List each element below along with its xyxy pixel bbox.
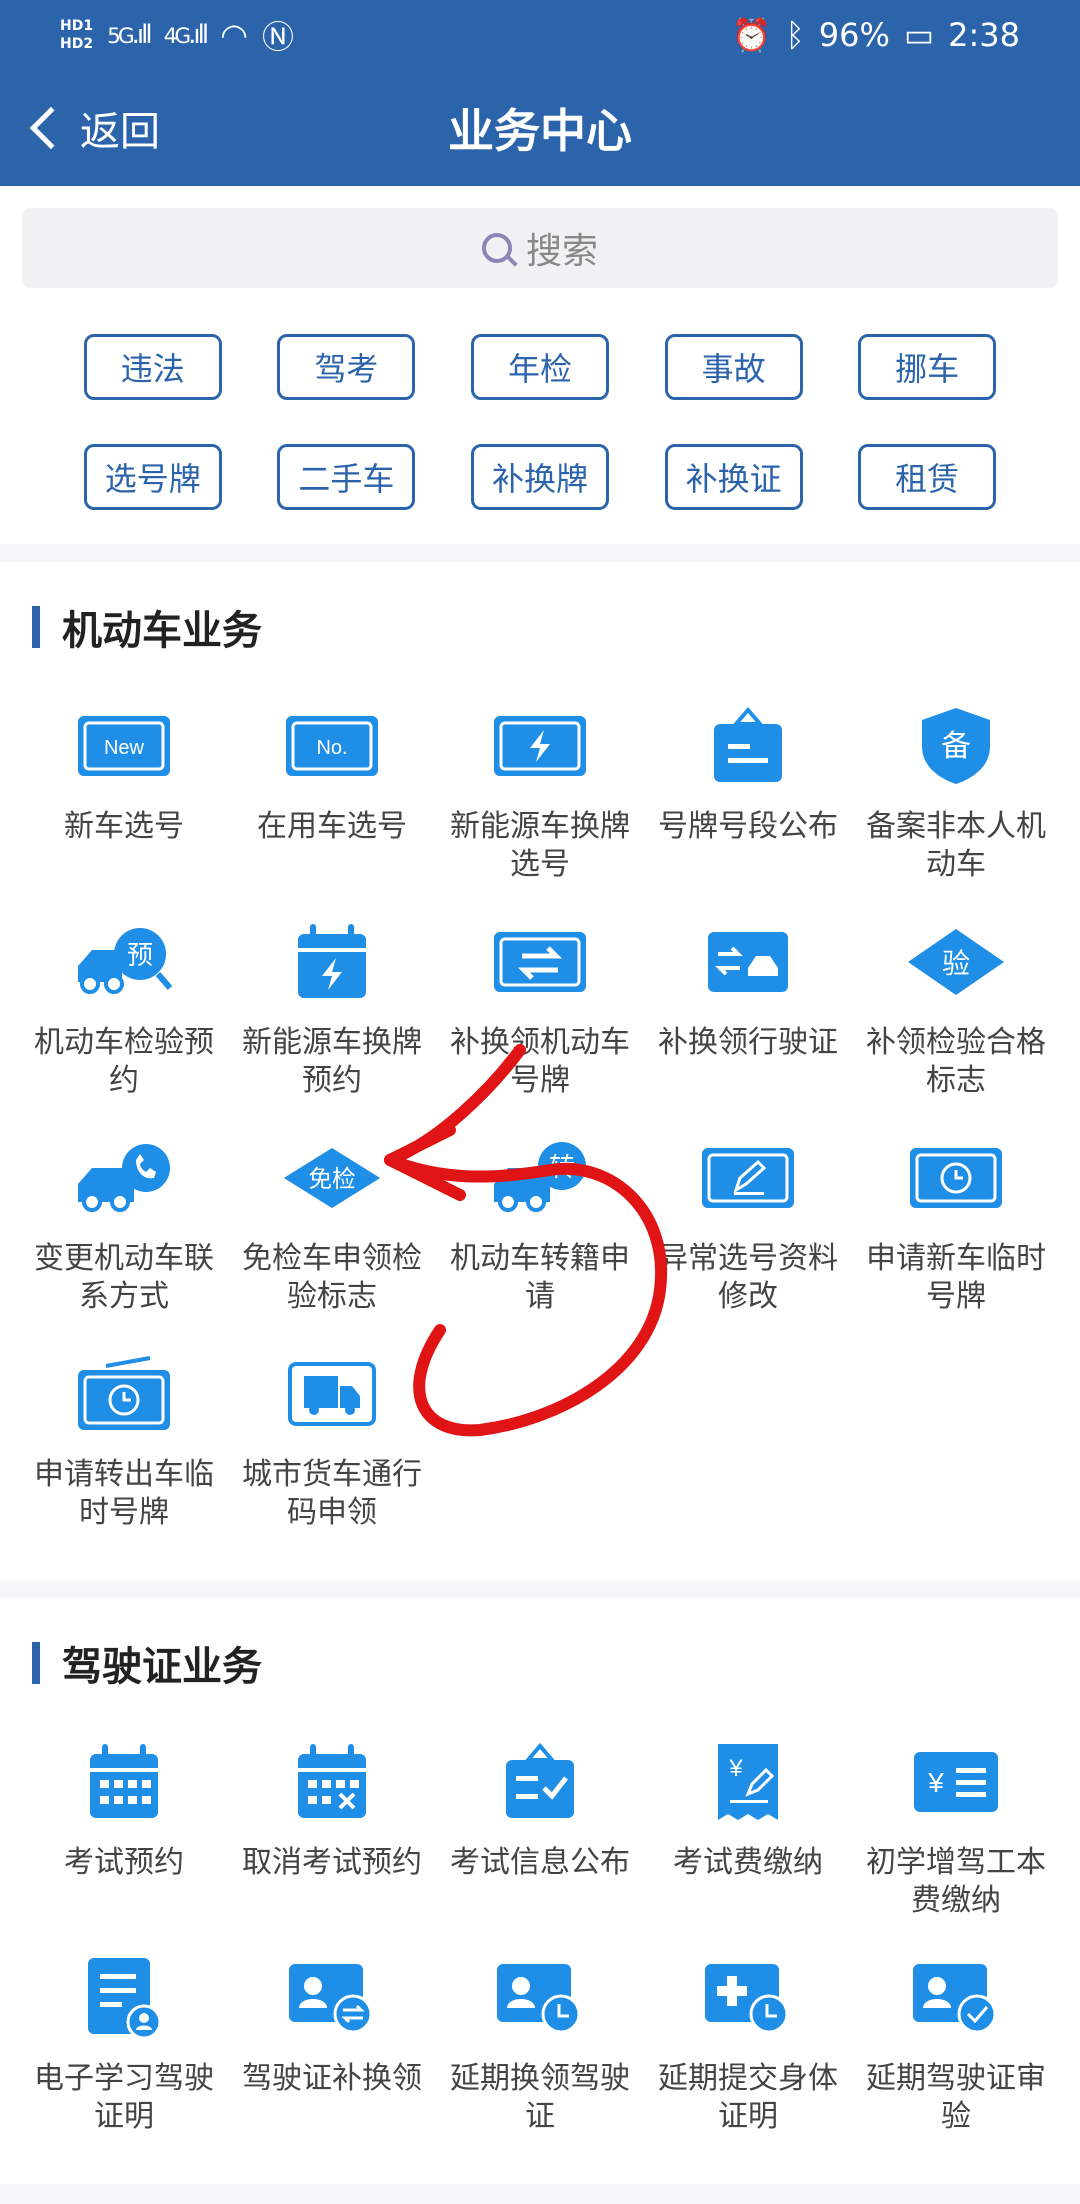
svg-text:¥: ¥ xyxy=(728,1755,743,1782)
quick-chips: 违法 驾考 年检 事故 挪车 选号牌 二手车 补换牌 补换证 租赁 xyxy=(22,334,1058,510)
chip-select-plate[interactable]: 选号牌 xyxy=(83,444,222,510)
signal-4g-icon: 4G.ıll xyxy=(163,20,209,50)
service-item[interactable]: 延期换领驾驶证 xyxy=(436,1948,644,2164)
service-item[interactable]: 补换领机动车号牌 xyxy=(436,912,644,1128)
exam-fee-icon: ¥ xyxy=(698,1732,798,1832)
service-item[interactable]: 考试信息公布 xyxy=(436,1732,644,1948)
exempt-mark-icon: 免检 xyxy=(282,1128,382,1228)
transfer-truck-icon: 转 xyxy=(490,1128,590,1228)
energy-plate-icon xyxy=(490,696,590,796)
battery-icon: ▭ xyxy=(903,16,935,54)
license-swap-icon xyxy=(282,1948,382,2048)
inspection-booking-icon: 预 xyxy=(74,912,174,1012)
chip-rental[interactable]: 租赁 xyxy=(858,444,997,510)
svg-text:¥: ¥ xyxy=(927,1767,944,1798)
service-item[interactable]: ¥ 初学增驾工本费缴纳 xyxy=(852,1732,1060,1948)
service-item[interactable]: ¥ 考试费缴纳 xyxy=(644,1732,852,1948)
service-item[interactable]: 验 补领检验合格标志 xyxy=(852,912,1060,1128)
service-item[interactable]: 延期提交身体证明 xyxy=(644,1948,852,2164)
nfc-icon: Ⓝ xyxy=(262,18,295,56)
back-button[interactable]: 返回 xyxy=(28,99,160,157)
service-item[interactable]: 新能源车换牌选号 xyxy=(436,696,644,912)
temp-plate-out-icon xyxy=(74,1344,174,1444)
service-item[interactable]: 补换领行驶证 xyxy=(644,912,852,1128)
service-item[interactable]: 预 机动车检验预约 xyxy=(20,912,228,1128)
record-shield-icon: 备 xyxy=(906,696,1006,796)
signal-5g-icon: 5G.ıll xyxy=(107,20,152,50)
bluetooth-icon: ᛒ xyxy=(785,16,805,54)
battery-percent: 96% xyxy=(818,16,890,54)
svg-text:转: 转 xyxy=(549,1153,575,1183)
clock: 2:38 xyxy=(948,16,1020,54)
delay-health-icon xyxy=(698,1948,798,2048)
study-proof-icon xyxy=(74,1948,174,2048)
service-item[interactable]: 号牌号段公布 xyxy=(644,696,852,912)
delay-renew-icon xyxy=(490,1948,590,2048)
no-plate-icon: No. xyxy=(282,696,382,796)
service-item[interactable]: 考试预约 xyxy=(20,1732,228,1948)
new-plate-icon: New xyxy=(74,696,174,796)
status-bar: HD1 HD2 5G.ıll 4G.ıll ◠ Ⓝ ⏰ ᛒ 96% ▭ 2:38 xyxy=(0,0,1080,70)
service-item[interactable]: 申请转出车临时号牌 xyxy=(20,1344,228,1560)
service-item[interactable]: 免检 免检车申领检验标志 xyxy=(228,1128,436,1344)
license-section: 驾驶证业务 考试预约 取消考试预约 考试信息公布 ¥ 考试费缴纳 ¥ 初学增驾工… xyxy=(0,1598,1080,2184)
chip-used-car[interactable]: 二手车 xyxy=(277,444,416,510)
energy-calendar-icon xyxy=(282,912,382,1012)
inspection-mark-icon: 验 xyxy=(906,912,1006,1012)
cancel-exam-icon xyxy=(282,1732,382,1832)
chip-move-car[interactable]: 挪车 xyxy=(858,334,997,400)
svg-text:No.: No. xyxy=(316,737,347,759)
contact-truck-icon xyxy=(74,1128,174,1228)
section-title: 驾驶证业务 xyxy=(0,1634,1080,1692)
section-title: 机动车业务 xyxy=(0,598,1080,656)
wifi-icon: ◠ xyxy=(220,16,249,54)
service-item[interactable]: New 新车选号 xyxy=(20,696,228,912)
service-item[interactable]: 备 备案非本人机动车 xyxy=(852,696,1060,912)
service-item[interactable]: 转 机动车转籍申请 xyxy=(436,1128,644,1344)
temp-plate-icon xyxy=(906,1128,1006,1228)
vehicle-section: 机动车业务 New 新车选号 No. 在用车选号 新能源车换牌选号 号牌号段公布… xyxy=(0,562,1080,1580)
page-title: 业务中心 xyxy=(448,104,632,158)
search-icon xyxy=(481,233,512,263)
exam-calendar-icon xyxy=(74,1732,174,1832)
swap-license-icon xyxy=(698,912,798,1012)
delay-review-icon xyxy=(906,1948,1006,2048)
chip-annual-inspection[interactable]: 年检 xyxy=(470,334,609,400)
service-item[interactable]: No. 在用车选号 xyxy=(228,696,436,912)
truck-pass-icon xyxy=(282,1344,382,1444)
service-item[interactable]: 取消考试预约 xyxy=(228,1732,436,1948)
svg-text:备: 备 xyxy=(941,729,971,764)
service-item[interactable]: 申请新车临时号牌 xyxy=(852,1128,1060,1344)
service-item[interactable]: 变更机动车联系方式 xyxy=(20,1128,228,1344)
nav-bar: 返回 业务中心 xyxy=(0,70,1080,186)
service-item[interactable]: 城市货车通行码申领 xyxy=(228,1344,436,1560)
exam-notice-icon xyxy=(490,1732,590,1832)
service-item[interactable]: 电子学习驾驶证明 xyxy=(20,1948,228,2164)
chip-accident[interactable]: 事故 xyxy=(664,334,803,400)
service-item[interactable]: 延期驾驶证审验 xyxy=(852,1948,1060,2164)
chip-replace-plate[interactable]: 补换牌 xyxy=(470,444,609,510)
chip-violation[interactable]: 违法 xyxy=(83,334,222,400)
alarm-icon: ⏰ xyxy=(731,16,772,54)
edit-plate-icon xyxy=(698,1128,798,1228)
service-item[interactable]: 新能源车换牌预约 xyxy=(228,912,436,1128)
hd-indicator: HD1 HD2 xyxy=(60,18,94,52)
chevron-left-icon xyxy=(29,106,73,150)
swap-plate-icon xyxy=(490,912,590,1012)
search-bar[interactable]: 搜索 xyxy=(22,208,1058,288)
service-item[interactable]: 异常选号资料修改 xyxy=(644,1128,852,1344)
app-header: HD1 HD2 5G.ıll 4G.ıll ◠ Ⓝ ⏰ ᛒ 96% ▭ 2:38… xyxy=(0,0,1080,186)
service-item[interactable]: 驾驶证补换领 xyxy=(228,1948,436,2164)
quick-panel: 搜索 违法 驾考 年检 事故 挪车 选号牌 二手车 补换牌 补换证 租赁 xyxy=(0,186,1080,544)
search-placeholder: 搜索 xyxy=(525,231,598,272)
fee-list-icon: ¥ xyxy=(906,1732,1006,1832)
svg-text:免检: 免检 xyxy=(308,1165,355,1193)
svg-text:验: 验 xyxy=(942,947,970,980)
chip-driving-test[interactable]: 驾考 xyxy=(277,334,416,400)
notice-board-icon xyxy=(698,696,798,796)
svg-text:预: 预 xyxy=(127,941,153,971)
svg-text:New: New xyxy=(104,737,145,759)
chip-replace-license[interactable]: 补换证 xyxy=(664,444,803,510)
